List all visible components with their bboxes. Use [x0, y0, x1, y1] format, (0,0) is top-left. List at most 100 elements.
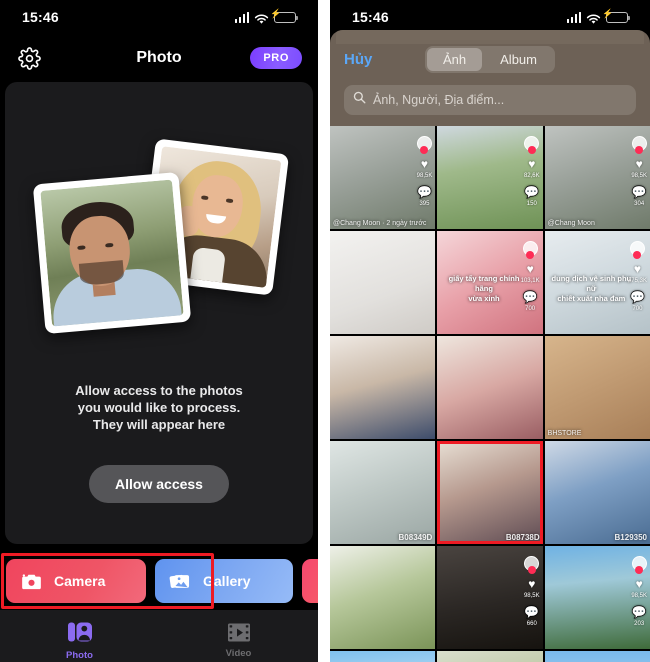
avatar	[631, 556, 647, 571]
search-placeholder: Ảnh, Người, Địa điểm...	[373, 93, 505, 107]
status-time-right: 15:46	[352, 9, 389, 25]
sample-photo-stack	[29, 138, 290, 346]
segment-albums[interactable]: Album	[484, 48, 553, 71]
photo-thumbnail[interactable]	[544, 651, 650, 662]
comment-icon: 💬	[524, 605, 540, 619]
photo-thumbnail[interactable]: ♥ 98,5K 💬 395 @Chang Moon · 2 ngày trước	[330, 126, 436, 229]
thumbnail-image	[437, 651, 543, 662]
social-overlay-rail: ♥ 82,6K 💬 150	[524, 136, 540, 207]
thumbnail-image	[544, 336, 650, 439]
thumbnail-image	[437, 441, 543, 544]
gallery-icon	[169, 570, 191, 592]
tab-video[interactable]: Video	[159, 622, 318, 659]
camera-button[interactable]: Camera	[6, 559, 146, 603]
status-time: 15:46	[22, 9, 59, 25]
thumbnail-caption: dung dịch vệ sinh phụ nữ chiết xuất nha đ…	[551, 274, 632, 304]
thumbnail-image	[330, 231, 436, 334]
left-phone-screen: 15:46 ⚡ Photo PRO Allow access to the ph…	[0, 0, 318, 662]
allow-access-button[interactable]: Allow access	[89, 465, 229, 503]
photo-thumbnail[interactable]: B08738D	[437, 441, 543, 544]
like-count: 82,6K	[523, 173, 540, 179]
camera-button-label: Camera	[54, 573, 106, 589]
photo-thumbnail[interactable]	[330, 231, 436, 334]
heart-icon: ♥	[635, 157, 643, 171]
photo-thumbnail[interactable]	[437, 336, 543, 439]
thumbnail-caption: giấy tẩy trang chính hãng vừa xinh	[448, 274, 520, 304]
social-overlay-rail: ♥ 98,5K 💬 203	[631, 556, 647, 627]
photo-thumbnail[interactable]: ♥ 82,6K 💬 150	[437, 126, 543, 229]
social-overlay-rail: ♥ 98,5K 💬 395	[416, 136, 432, 207]
heart-icon: ♥	[526, 262, 534, 276]
avatar	[524, 136, 540, 151]
social-overlay-rail: ♥ 98,5K 💬 304	[631, 136, 647, 207]
action-button-row: Camera Gallery	[0, 552, 318, 610]
star-icon	[316, 570, 318, 592]
search-icon	[353, 91, 366, 109]
thumbnail-image	[437, 336, 543, 439]
photo-thumbnail[interactable]: B08349D	[330, 441, 436, 544]
thumbnail-image	[544, 651, 650, 662]
camera-icon	[20, 570, 42, 592]
message-line-3: They will appear here	[92, 417, 226, 432]
thumbnail-image	[330, 546, 436, 649]
comment-icon: 💬	[524, 185, 540, 199]
celebrities-button[interactable]: Celebrities	[302, 559, 318, 603]
thumbnail-image	[544, 441, 650, 544]
cancel-button[interactable]: Hủy	[344, 51, 372, 68]
photo-thumbnail[interactable]: BHSTORE	[544, 336, 650, 439]
photo-thumbnail[interactable]	[437, 651, 543, 662]
photo-thumbnail[interactable]: ♥ 98,5K 💬 203	[544, 546, 650, 649]
comment-count: 395	[419, 201, 430, 207]
pro-badge[interactable]: PRO	[250, 47, 302, 69]
photo-thumbnail[interactable]: ♥ 103,1K 💬 700 giấy tẩy trang chính hãng vừa …	[437, 231, 543, 334]
comment-count: 203	[634, 621, 645, 627]
film-play-icon	[227, 622, 251, 644]
like-count: 98,5K	[523, 593, 540, 599]
avatar	[631, 136, 647, 151]
empty-state-panel: Allow access to the photos you would lik…	[5, 82, 313, 544]
gallery-button-label: Gallery	[203, 573, 251, 589]
photo-thumbnail[interactable]	[330, 336, 436, 439]
heart-icon: ♥	[635, 577, 643, 591]
tab-video-label: Video	[225, 647, 252, 659]
comment-count: 700	[525, 306, 536, 312]
status-icons: ⚡	[234, 9, 298, 24]
thumbnail-code-label: B08349D	[398, 533, 433, 542]
tab-photo[interactable]: Photo	[0, 620, 159, 661]
signal-bars-icon	[234, 11, 249, 23]
photo-thumbnail[interactable]: ♥ 98,5K 💬 304 @Chang Moon	[544, 126, 650, 229]
like-count: 98,5K	[631, 593, 647, 599]
photo-thumbnail[interactable]	[330, 651, 436, 662]
right-status-bar: 15:46 ⚡	[330, 0, 650, 34]
thumbnail-code-label: B08738D	[505, 533, 540, 542]
photo-thumbnail[interactable]: ♥ 98,5K 💬 660	[437, 546, 543, 649]
battery-charging-icon: ⚡	[602, 9, 630, 23]
thumbnail-code-label: B129350	[614, 533, 647, 542]
thumbnail-username: @Chang Moon	[547, 220, 595, 227]
segment-photos[interactable]: Ảnh	[427, 47, 483, 71]
search-input[interactable]: Ảnh, Người, Địa điểm...	[344, 85, 636, 115]
avatar	[629, 241, 645, 256]
social-overlay-rail: ♥ 98,5K 💬 660	[524, 556, 540, 627]
gallery-button[interactable]: Gallery	[155, 559, 293, 603]
thumbnail-image	[330, 651, 436, 662]
status-icons-right: ⚡	[566, 9, 630, 24]
photo-thumbnail[interactable]: B129350	[544, 441, 650, 544]
bottom-tab-bar: Photo Video	[0, 610, 318, 662]
photo-grid: ♥ 98,5K 💬 395 @Chang Moon · 2 ngày trước ♥ 82,…	[330, 126, 650, 662]
thumbnail-username: BHSTORE	[547, 430, 582, 437]
photo-thumbnail[interactable]: ♥ 575,3K 💬 700 dung dịch vệ sinh phụ nữ chiết…	[544, 231, 650, 334]
like-count: 98,5K	[631, 173, 647, 179]
battery-charging-icon: ⚡	[270, 9, 298, 23]
gear-icon[interactable]	[16, 45, 42, 71]
thumbnail-image	[330, 441, 436, 544]
comment-count: 304	[634, 201, 645, 207]
photo-person-icon	[67, 620, 93, 646]
heart-icon: ♥	[528, 157, 536, 171]
photo-thumbnail[interactable]	[330, 546, 436, 649]
comment-count: 660	[526, 621, 537, 627]
right-phone-screen: 15:46 ⚡ Hủy Ảnh Album Ảnh, Người, Địa đi…	[330, 0, 650, 662]
avatar	[416, 136, 432, 151]
heart-icon: ♥	[528, 577, 536, 591]
comment-icon: 💬	[631, 185, 647, 199]
